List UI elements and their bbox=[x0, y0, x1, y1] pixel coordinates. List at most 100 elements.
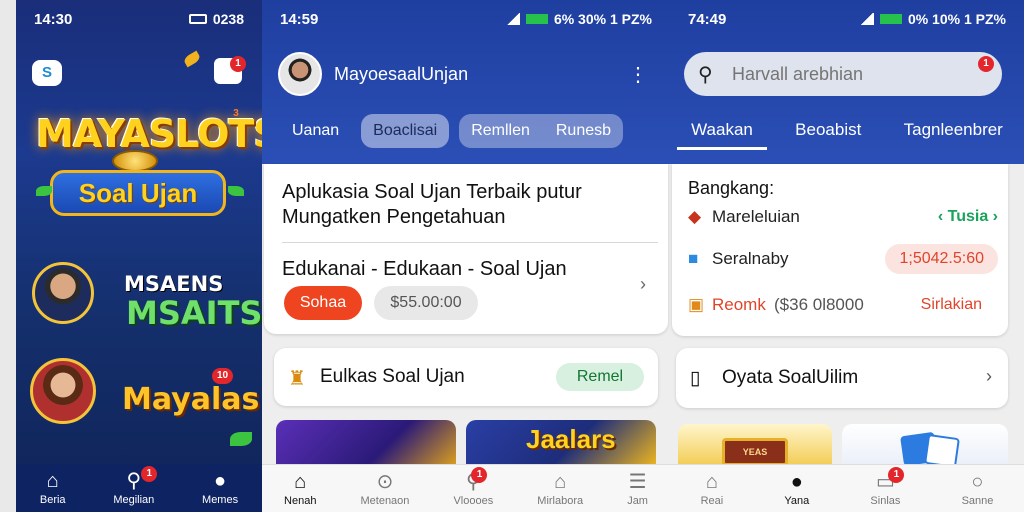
tab-bar: Uanan Boaclisai Remllen Runesb bbox=[280, 114, 624, 148]
download-icon: ⊙ bbox=[376, 470, 394, 493]
tab-2-active[interactable]: Boaclisai bbox=[361, 114, 450, 148]
profile-name: MayoesaalUnjan bbox=[334, 64, 469, 84]
tab-4[interactable]: Runesb bbox=[556, 122, 611, 140]
player-avatar-man[interactable] bbox=[32, 262, 94, 324]
feature-row[interactable]: ♜ Eulkas Soal Ujan Remel bbox=[274, 348, 658, 406]
search-input[interactable] bbox=[732, 60, 972, 88]
list-item[interactable]: ◆ Mareleluian ‹ Tusia › bbox=[688, 202, 998, 232]
gutter bbox=[0, 0, 16, 512]
tab-2[interactable]: Beoabist bbox=[795, 120, 861, 150]
thumbnail-title: Jaalars bbox=[526, 424, 616, 454]
game-thumbnail[interactable]: Jaalars bbox=[466, 420, 656, 468]
price-button[interactable]: $55.00:00 bbox=[374, 286, 478, 320]
game-thumbnail[interactable] bbox=[276, 420, 456, 468]
game-thumbnail[interactable] bbox=[842, 424, 1008, 469]
status-right: 0238 bbox=[188, 11, 244, 27]
search-bar[interactable]: ⚲ bbox=[684, 52, 1002, 96]
nav-label: Sinlas bbox=[870, 494, 901, 507]
player-badge: 10 bbox=[212, 368, 234, 384]
nav-label: Memes bbox=[202, 494, 239, 506]
list-item[interactable]: ■ Seralnaby 1;5042.5:60 bbox=[688, 244, 998, 274]
battery-icon bbox=[188, 14, 207, 24]
feature-label: Oyata SoalUilim bbox=[722, 367, 859, 388]
nav-label: Vloooes bbox=[453, 494, 494, 507]
nav-badge: 1 bbox=[471, 466, 488, 483]
item-tag: ‹ Tusia › bbox=[937, 208, 998, 225]
nav-label: Yana bbox=[784, 494, 810, 507]
phone-icon: ▯ bbox=[690, 368, 701, 389]
soal-ujan-banner[interactable]: Soal Ujan bbox=[50, 170, 226, 216]
tab-1[interactable]: Uanan bbox=[280, 114, 351, 148]
nav-home[interactable]: ⌂ Beria bbox=[40, 470, 66, 506]
profile-icon: ● bbox=[214, 470, 227, 492]
app-logo-icon[interactable]: S bbox=[32, 60, 62, 86]
item-label: Mareleluian bbox=[712, 207, 800, 226]
feature-row[interactable]: ▯ Oyata SoalUilim › bbox=[676, 348, 1008, 408]
nav-inbox[interactable]: ▭ 1 Sinlas bbox=[870, 466, 905, 507]
notification-badge: 1 bbox=[230, 56, 246, 72]
nav-badge: 1 bbox=[141, 466, 158, 482]
feature-label: Eulkas Soal Ujan bbox=[320, 366, 465, 387]
featured-app-card[interactable]: Aplukasia Soal Ujan Terbaik putur Mungat… bbox=[264, 164, 668, 334]
cube-icon: ◆ bbox=[688, 207, 702, 226]
nav-label: Mirlabora bbox=[537, 494, 584, 507]
nav-home[interactable]: ⌂ Reai bbox=[701, 471, 724, 507]
item-label: Reomk bbox=[712, 295, 766, 314]
status-right-text: 0% 10% 1 PZ% bbox=[907, 11, 1006, 27]
chevron-right-icon[interactable]: › bbox=[986, 366, 992, 387]
nav-search[interactable]: ⚲ 1 Vloooes bbox=[453, 466, 494, 507]
menu-icon: ☰ bbox=[628, 470, 647, 493]
card-title: Aplukasia Soal Ujan Terbaik putur Mungat… bbox=[282, 181, 582, 228]
tab-3[interactable]: Remllen bbox=[471, 122, 530, 140]
status-time: 14:30 bbox=[34, 10, 73, 28]
menu-icon[interactable]: ⋮ bbox=[628, 62, 648, 87]
leaf-icon bbox=[230, 432, 252, 446]
item-tag-text: Tusia bbox=[947, 208, 989, 225]
nav-profile[interactable]: ○ Sanne bbox=[962, 471, 994, 507]
tab-1-active[interactable]: Waakan bbox=[677, 120, 767, 150]
nav-label: Sanne bbox=[961, 494, 994, 507]
status-bar: 74:49 0% 10% 1 PZ% bbox=[670, 8, 1024, 30]
tab-bar: Waakan Beoabist Tagnleenbrer bbox=[670, 120, 1024, 150]
nav-label: Metenaon bbox=[360, 494, 410, 507]
home-icon: ⌂ bbox=[705, 470, 718, 493]
box-icon: ■ bbox=[688, 249, 699, 268]
nav-download[interactable]: ⊙ Metenaon bbox=[360, 471, 409, 507]
item-action[interactable]: Sirlakian bbox=[921, 296, 982, 314]
bottom-nav: ⌂ Nenah ⊙ Metenaon ⚲ 1 Vloooes ⌂ Mirlabo… bbox=[262, 464, 670, 512]
item-label: Seralnaby bbox=[712, 249, 789, 268]
status-time: 14:59 bbox=[280, 10, 319, 28]
gift-icon: ▣ bbox=[688, 295, 705, 314]
nav-search[interactable]: ⚲ 1 Megilian bbox=[113, 466, 158, 506]
screen-game-promo: 14:30 0238 S 1 MAYASLOTS 3 Soal Ujan MSA… bbox=[16, 0, 262, 512]
screen-home-feed: 14:59 6% 30% 1 PZ% MayoesaalUnjan ⋮ Uana… bbox=[262, 0, 670, 512]
leaf-icon bbox=[228, 186, 244, 196]
tab-group: Remllen Runesb bbox=[459, 114, 624, 148]
primary-button[interactable]: Sohaa bbox=[284, 286, 362, 320]
item-mid: ($36 0l8000 bbox=[774, 295, 864, 314]
nav-label: Nenah bbox=[284, 494, 317, 507]
status-bar: 14:30 0238 bbox=[16, 8, 262, 30]
chevron-right-icon[interactable]: › bbox=[640, 274, 646, 295]
list-item[interactable]: ▣ Reomk ($36 0l8000 Sirlakian bbox=[688, 290, 998, 320]
user-icon: ● bbox=[790, 470, 803, 493]
decor-coin-icon bbox=[182, 50, 202, 68]
profile-icon: ○ bbox=[971, 470, 984, 493]
nav-profile[interactable]: ● Memes bbox=[202, 470, 238, 506]
game-thumbnail[interactable]: YEAS bbox=[678, 424, 832, 468]
home-icon: ⌂ bbox=[46, 470, 59, 492]
signal-icon bbox=[505, 13, 520, 25]
status-right: 6% 30% 1 PZ% bbox=[505, 11, 652, 27]
status-right-text: 0238 bbox=[212, 11, 244, 27]
nav-user[interactable]: ● Yana bbox=[784, 471, 809, 507]
tab-3[interactable]: Tagnleenbrer bbox=[904, 120, 1003, 150]
nav-store[interactable]: ⌂ Mirlabora bbox=[537, 471, 583, 507]
status-time: 74:49 bbox=[688, 10, 727, 28]
nav-home[interactable]: ⌂ Nenah bbox=[284, 471, 316, 507]
profile-avatar[interactable] bbox=[278, 52, 322, 96]
player-label-top: MSAENS bbox=[124, 272, 224, 296]
feature-pill-button[interactable]: Remel bbox=[556, 363, 644, 391]
player-avatar-woman[interactable] bbox=[30, 358, 96, 424]
screen-search: 74:49 0% 10% 1 PZ% ⚲ 1 Waakan Beoabist T… bbox=[670, 0, 1024, 512]
nav-menu[interactable]: ☰ Jam bbox=[627, 471, 648, 507]
